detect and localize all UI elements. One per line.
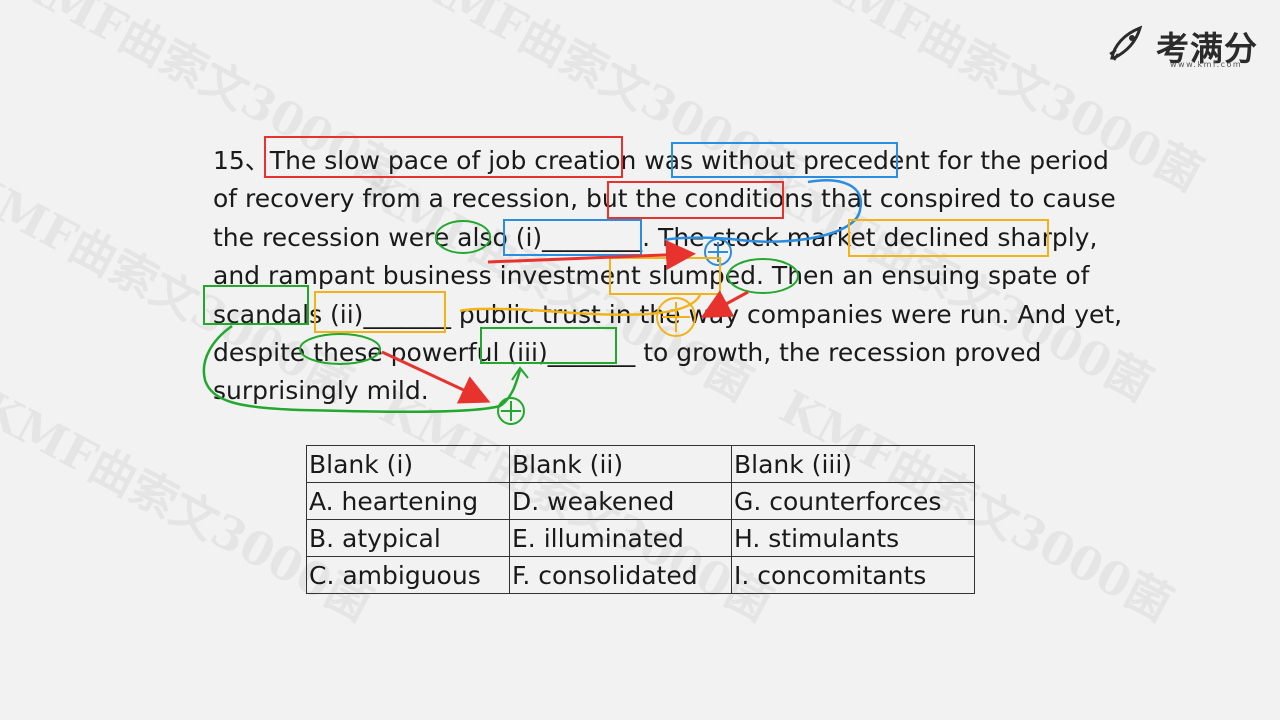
answer-option[interactable]: G. counterforces: [731, 482, 975, 520]
answer-option[interactable]: D. weakened: [509, 482, 732, 520]
answer-option[interactable]: C. ambiguous: [306, 556, 510, 594]
table-header: Blank (iii): [731, 445, 975, 483]
passage-line: 15、The slow pace of job creation was wit…: [213, 146, 1109, 175]
kmf-logo: 考满分 www.kmf.com: [1106, 22, 1266, 74]
answer-option[interactable]: E. illuminated: [509, 519, 732, 557]
passage-line: despite these powerful (iii)_______ to g…: [213, 338, 1042, 368]
logo-url: www.kmf.com: [1170, 60, 1243, 69]
passage-line: surprisingly mild.: [213, 376, 429, 406]
answer-option[interactable]: F. consolidated: [509, 556, 732, 594]
rocket-logo-icon: [1109, 25, 1143, 61]
passage-line: of recovery from a recession, but the co…: [213, 184, 1116, 214]
table-header: Blank (ii): [509, 445, 732, 483]
table-row: B. atypical E. illuminated H. stimulants: [306, 519, 975, 557]
answer-choices-table: Blank (i) Blank (ii) Blank (iii) A. hear…: [306, 445, 975, 594]
question-passage: 15、The slow pace of job creation was wit…: [213, 142, 1123, 411]
answer-option[interactable]: H. stimulants: [731, 519, 975, 557]
passage-line: and rampant business investment slumped.…: [213, 261, 1090, 291]
passage-line: the recession were also (i)________. The…: [213, 222, 1098, 252]
answer-option[interactable]: B. atypical: [306, 519, 510, 557]
table-row: A. heartening D. weakened G. counterforc…: [306, 482, 975, 520]
table-header: Blank (i): [306, 445, 510, 483]
table-header-row: Blank (i) Blank (ii) Blank (iii): [306, 445, 975, 483]
passage-line: scandals (ii)_______ public trust in the…: [213, 299, 1123, 329]
answer-option[interactable]: A. heartening: [306, 482, 510, 520]
answer-option[interactable]: I. concomitants: [731, 556, 975, 594]
table-row: C. ambiguous F. consolidated I. concomit…: [306, 556, 975, 594]
